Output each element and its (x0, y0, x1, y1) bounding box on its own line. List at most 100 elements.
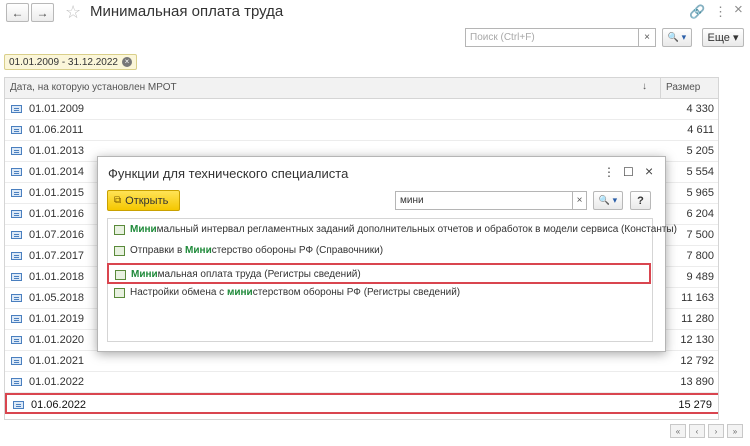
more-button[interactable]: Еще ▾ (702, 28, 744, 47)
functions-list: Минимальный интервал регламентных задани… (107, 218, 677, 342)
arrow-left-icon: ← (11, 5, 24, 20)
window-header: ← → ☆ Минимальная оплата труда 🔗 ⋮ × (0, 0, 750, 28)
table-row[interactable]: 01.01.2009 4 330 (5, 99, 718, 120)
row-size: 7 800 (686, 250, 714, 262)
row-date: 01.01.2013 (29, 145, 85, 157)
row-date: 01.07.2017 (29, 250, 85, 262)
record-icon (11, 126, 22, 134)
row-size: 5 965 (686, 187, 714, 199)
record-icon (11, 168, 22, 176)
open-icon: ⧉ (114, 195, 122, 206)
back-button[interactable]: ← (6, 3, 29, 22)
record-icon (11, 378, 22, 386)
prev-page-button[interactable]: ‹ (689, 424, 705, 438)
page-title: Минимальная оплата труда (90, 3, 284, 20)
row-size: 4 330 (686, 103, 714, 115)
row-date: 01.06.2011 (29, 124, 84, 136)
record-icon (13, 401, 24, 409)
register-icon (114, 225, 125, 235)
next-page-button[interactable]: › (708, 424, 724, 438)
clear-filter-icon[interactable]: × (121, 57, 132, 67)
row-size: 4 611 (687, 124, 714, 136)
dialog-maximize-icon[interactable]: ☐ (623, 165, 634, 179)
last-page-button[interactable]: » (727, 424, 743, 438)
sort-arrow-icon: ↓ (642, 81, 647, 92)
record-icon (11, 315, 22, 323)
function-item-label: Настройки обмена с министерством обороны… (130, 287, 461, 298)
row-size: 11 163 (681, 292, 714, 304)
record-icon (11, 189, 22, 197)
register-icon (114, 288, 125, 298)
help-button[interactable]: ? (630, 191, 651, 210)
row-size: 11 280 (681, 313, 714, 325)
function-list-item[interactable]: Отправки в Министерство обороны РФ (Спра… (108, 241, 654, 262)
register-icon (115, 270, 126, 280)
row-date: 01.01.2021 (29, 355, 85, 367)
row-size: 13 890 (680, 376, 714, 388)
search-clear-button[interactable]: × (639, 28, 656, 47)
row-date: 01.01.2022 (29, 376, 85, 388)
function-item-label: Минимальный интервал регламентных задани… (130, 224, 677, 235)
table-row[interactable]: 01.01.2021 12 792 (5, 351, 718, 372)
column-header-date[interactable]: Дата, на которую установлен МРОТ (10, 82, 177, 93)
row-size: 9 489 (686, 271, 714, 283)
row-date: 01.01.2014 (29, 166, 85, 178)
period-filter-chip[interactable]: 01.01.2009 - 31.12.2022 × (4, 54, 137, 70)
search-input[interactable]: Поиск (Ctrl+F) (465, 28, 639, 47)
open-button[interactable]: ⧉ Открыть (107, 190, 180, 211)
record-icon (11, 147, 22, 155)
row-date: 01.06.2022 (31, 399, 87, 411)
row-date: 01.01.2016 (29, 208, 85, 220)
row-size: 15 279 (678, 399, 712, 411)
first-page-button[interactable]: « (670, 424, 686, 438)
record-icon (11, 336, 22, 344)
record-icon (11, 231, 22, 239)
row-size: 12 792 (680, 355, 714, 367)
row-date: 01.01.2015 (29, 187, 85, 199)
row-date: 01.01.2018 (29, 271, 85, 283)
row-date: 01.01.2009 (29, 103, 85, 115)
close-icon[interactable]: × (734, 2, 743, 18)
register-icon (114, 246, 125, 256)
forward-button[interactable]: → (31, 3, 54, 22)
dialog-more-icon[interactable]: ⋮ (603, 165, 615, 179)
table-header: Дата, на которую установлен МРОТ ↓ Разме… (5, 78, 718, 99)
table-row[interactable]: 01.06.2022 15 279 (5, 393, 718, 414)
record-icon (11, 294, 22, 302)
row-size: 5 205 (686, 145, 714, 157)
link-icon[interactable]: 🔗 (689, 4, 705, 20)
functions-dialog: Функции для технического специалиста ⋮ ☐… (97, 156, 677, 352)
row-date: 01.05.2018 (29, 292, 85, 304)
pager: « ‹ › » (670, 424, 743, 438)
column-divider (660, 78, 661, 99)
search-button[interactable]: 🔍 ▾ (662, 28, 692, 47)
row-date: 01.01.2020 (29, 334, 85, 346)
column-header-size[interactable]: Размер (666, 82, 700, 93)
row-size: 7 500 (686, 229, 714, 241)
function-list-item[interactable]: Настройки обмена с министерством обороны… (108, 283, 654, 304)
function-list-item[interactable]: Минимальный интервал регламентных задани… (108, 220, 677, 241)
record-icon (11, 273, 22, 281)
table-row[interactable]: 01.06.2011 4 611 (5, 120, 718, 141)
open-button-label: Открыть (125, 194, 169, 207)
row-size: 12 130 (680, 334, 714, 346)
dialog-title: Функции для технического специалиста (108, 166, 349, 181)
record-icon (11, 252, 22, 260)
function-item-label: Отправки в Министерство обороны РФ (Спра… (130, 245, 384, 256)
record-icon (11, 105, 22, 113)
dialog-search-button[interactable]: 🔍 ▾ (593, 191, 623, 210)
dialog-close-icon[interactable]: × (645, 163, 653, 179)
dialog-search-input[interactable]: мини (395, 191, 573, 210)
function-item-label: Минимальная оплата труда (Регистры сведе… (131, 269, 361, 280)
row-date: 01.07.2016 (29, 229, 85, 241)
period-filter-label: 01.01.2009 - 31.12.2022 (9, 56, 118, 68)
record-icon (11, 210, 22, 218)
record-icon (11, 357, 22, 365)
table-row[interactable]: 01.01.2022 13 890 (5, 372, 718, 393)
more-icon[interactable]: ⋮ (714, 4, 727, 20)
row-size: 5 554 (686, 166, 714, 178)
dialog-search-clear-button[interactable]: × (573, 191, 587, 210)
star-icon[interactable]: ☆ (65, 2, 81, 22)
function-list-item[interactable]: Минимальная оплата труда (Регистры сведе… (107, 263, 651, 284)
row-size: 6 204 (686, 208, 714, 220)
